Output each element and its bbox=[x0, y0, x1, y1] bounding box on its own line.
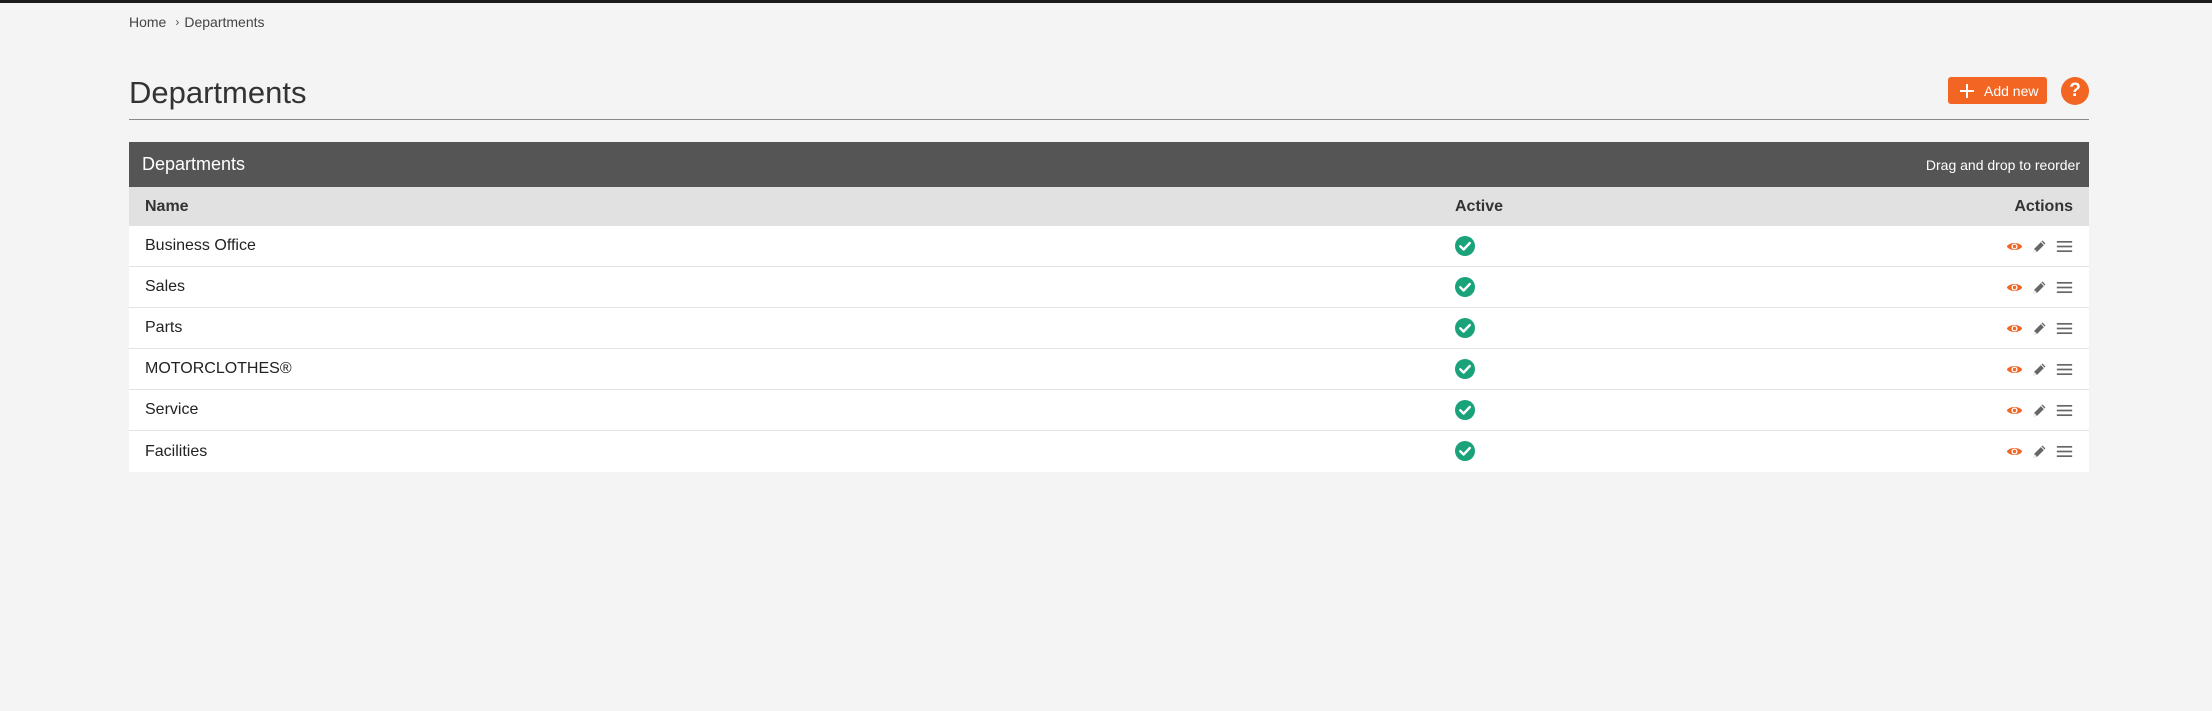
row-actions bbox=[2006, 277, 2073, 297]
table-row[interactable]: Business Office bbox=[129, 226, 2089, 267]
pencil-icon[interactable] bbox=[2031, 279, 2048, 296]
department-name: Sales bbox=[145, 278, 186, 295]
drag-handle-icon[interactable] bbox=[2056, 279, 2073, 296]
table-header-row: Name Active Actions bbox=[129, 187, 2089, 226]
table-row[interactable]: Parts bbox=[129, 308, 2089, 349]
panel-title: Departments bbox=[142, 154, 246, 174]
drag-handle-icon[interactable] bbox=[2056, 320, 2073, 337]
eye-icon[interactable] bbox=[2006, 320, 2023, 337]
breadcrumb-current: Departments bbox=[184, 14, 265, 30]
drag-handle-icon[interactable] bbox=[2056, 238, 2073, 255]
department-name: Parts bbox=[145, 319, 183, 336]
panel-header: Departments Drag and drop to reorder bbox=[129, 142, 2089, 187]
department-name: Business Office bbox=[145, 237, 256, 254]
check-circle-icon bbox=[1455, 400, 1475, 420]
pencil-icon[interactable] bbox=[2031, 402, 2048, 419]
check-circle-icon bbox=[1455, 318, 1475, 338]
department-name: Facilities bbox=[145, 442, 208, 460]
reorder-hint: Drag and drop to reorder bbox=[1925, 156, 2080, 173]
table-row[interactable]: Sales bbox=[129, 267, 2089, 308]
pencil-icon[interactable] bbox=[2031, 361, 2048, 378]
column-header-name[interactable]: Name bbox=[145, 198, 189, 216]
pencil-icon[interactable] bbox=[2031, 320, 2048, 337]
check-circle-icon bbox=[1455, 359, 1475, 379]
column-header-active[interactable]: Active bbox=[1455, 198, 1503, 216]
breadcrumb-home-link[interactable]: Home bbox=[129, 14, 166, 30]
pencil-icon[interactable] bbox=[2031, 238, 2048, 255]
drag-handle-icon[interactable] bbox=[2056, 402, 2073, 419]
column-header-actions: Actions bbox=[2014, 197, 2073, 215]
row-actions bbox=[2006, 318, 2073, 338]
breadcrumb: Home › Departments bbox=[129, 14, 265, 30]
row-actions bbox=[2006, 359, 2073, 379]
check-circle-icon bbox=[1455, 441, 1475, 461]
eye-icon[interactable] bbox=[2006, 361, 2023, 378]
table-row[interactable]: Facilities bbox=[129, 431, 2089, 472]
table-row[interactable]: Service bbox=[129, 390, 2089, 431]
departments-panel: Departments Drag and drop to reorder Nam… bbox=[129, 142, 2089, 472]
check-circle-icon bbox=[1455, 277, 1475, 297]
add-new-label: Add new bbox=[1984, 82, 2039, 99]
top-border bbox=[0, 0, 2212, 3]
eye-icon[interactable] bbox=[2006, 279, 2023, 296]
page-header: Departments Add new ? bbox=[129, 70, 2089, 120]
add-new-button[interactable]: Add new bbox=[1948, 77, 2047, 104]
row-actions bbox=[2006, 236, 2073, 256]
eye-icon[interactable] bbox=[2006, 238, 2023, 255]
plus-icon bbox=[1960, 83, 1974, 98]
department-name: MOTORCLOTHES® bbox=[145, 360, 292, 377]
department-name: Service bbox=[145, 401, 199, 418]
row-actions bbox=[2006, 441, 2073, 461]
eye-icon[interactable] bbox=[2006, 443, 2023, 460]
drag-handle-icon[interactable] bbox=[2056, 361, 2073, 378]
table-row[interactable]: MOTORCLOTHES® bbox=[129, 349, 2089, 390]
page-title: Departments bbox=[129, 75, 307, 110]
check-circle-icon bbox=[1455, 236, 1475, 256]
drag-handle-icon[interactable] bbox=[2056, 443, 2073, 460]
help-button[interactable]: ? bbox=[2061, 77, 2089, 105]
eye-icon[interactable] bbox=[2006, 402, 2023, 419]
row-actions bbox=[2006, 400, 2073, 420]
breadcrumb-separator: › bbox=[175, 15, 180, 29]
help-icon: ? bbox=[2069, 80, 2081, 101]
pencil-icon[interactable] bbox=[2031, 443, 2048, 460]
table-body: Business Office Sales Parts MOTORCLOTHES® Se… bbox=[129, 226, 2089, 472]
